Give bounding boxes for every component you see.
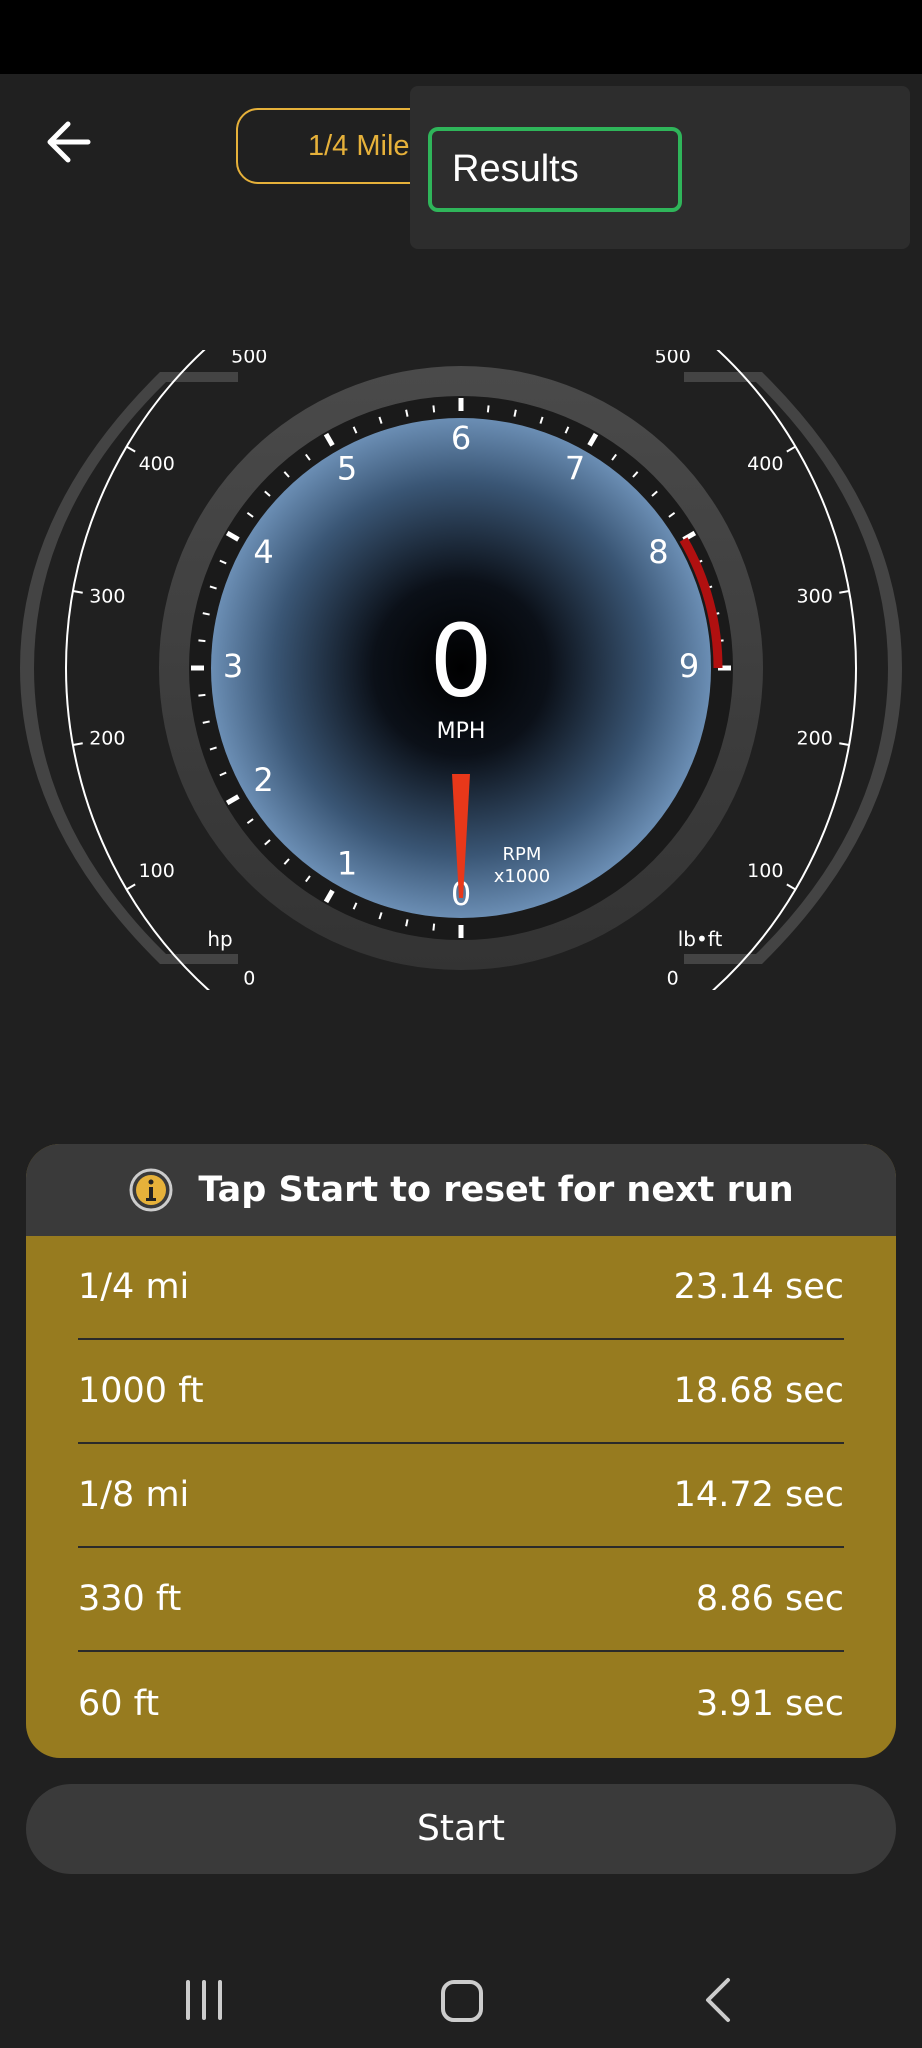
home-icon bbox=[441, 1980, 483, 2022]
recents-button[interactable] bbox=[174, 1970, 234, 2030]
scale-tick bbox=[72, 742, 83, 747]
result-distance: 1000 ft bbox=[78, 1371, 204, 1411]
rpm-minor-tick bbox=[202, 612, 210, 616]
result-row-60ft: 60 ft 3.91 sec bbox=[78, 1652, 844, 1756]
scale-tick bbox=[126, 445, 136, 453]
rpm-tick-label: 5 bbox=[337, 450, 357, 488]
scale-tick bbox=[839, 742, 850, 747]
overflow-menu: Results bbox=[410, 86, 910, 249]
scale-tick-label: 300 bbox=[797, 586, 833, 608]
scale-tick bbox=[72, 589, 83, 594]
scale-tick-label: 200 bbox=[89, 727, 125, 749]
scale-tick bbox=[786, 445, 796, 453]
rpm-tick-label: 2 bbox=[253, 761, 273, 799]
back-button[interactable] bbox=[40, 112, 100, 172]
speed-unit: MPH bbox=[437, 719, 486, 744]
results-header: Tap Start to reset for next run bbox=[26, 1144, 896, 1236]
result-time: 18.68 sec bbox=[673, 1371, 844, 1411]
result-distance: 1/4 mi bbox=[78, 1267, 190, 1307]
scale-tick-label: 500 bbox=[655, 350, 691, 368]
scale-tick bbox=[126, 883, 136, 891]
rpm-minor-tick bbox=[202, 720, 210, 724]
system-nav-bar bbox=[0, 1940, 922, 2048]
scale-tick-label: 200 bbox=[797, 727, 833, 749]
result-row-eighth-mile: 1/8 mi 14.72 sec bbox=[78, 1444, 844, 1548]
gauge-cluster: 0 100 200 300 400 500 0 100 200 300 400 500 0 1 2 3 4 5… bbox=[20, 350, 902, 990]
rpm-minor-tick bbox=[198, 639, 206, 643]
rpm-tick-label: 9 bbox=[679, 647, 699, 685]
hp-unit: hp bbox=[207, 927, 232, 951]
speed-value: 0 bbox=[429, 602, 493, 719]
home-button[interactable] bbox=[432, 1970, 492, 2030]
scale-tick-label: 300 bbox=[89, 586, 125, 608]
rpm-tick-label: 6 bbox=[451, 419, 471, 457]
start-button[interactable]: Start bbox=[26, 1784, 896, 1874]
nav-back-button[interactable] bbox=[690, 1970, 750, 2030]
scale-tick bbox=[786, 883, 796, 891]
rpm-tick-label: 3 bbox=[223, 647, 243, 685]
rpm-tick-label: 4 bbox=[253, 533, 273, 571]
results-card: Tap Start to reset for next run 1/4 mi 2… bbox=[26, 1144, 896, 1758]
rpm-tick-label: 1 bbox=[337, 844, 357, 882]
recents-icon bbox=[186, 1980, 222, 2020]
rpm-minor-tick bbox=[405, 919, 409, 927]
menu-item-results[interactable]: Results bbox=[428, 127, 682, 212]
rpm-minor-tick bbox=[432, 923, 436, 931]
rpm-minor-tick bbox=[198, 693, 206, 697]
scale-tick-label: 400 bbox=[747, 453, 783, 475]
result-time: 8.86 sec bbox=[695, 1579, 844, 1619]
arrow-left-icon bbox=[47, 121, 91, 163]
torque-unit: lb•ft bbox=[678, 927, 723, 951]
rpm-minor-tick bbox=[513, 409, 517, 417]
rpm-minor-tick bbox=[405, 409, 409, 417]
rpm-tick-label: 7 bbox=[565, 450, 585, 488]
rpm-minor-tick bbox=[486, 405, 490, 413]
result-row-330ft: 330 ft 8.86 sec bbox=[78, 1548, 844, 1652]
chevron-left-icon bbox=[706, 1978, 730, 2022]
rpm-multiplier: x1000 bbox=[494, 866, 550, 887]
rpm-minor-tick bbox=[432, 405, 436, 413]
result-time: 3.91 sec bbox=[695, 1684, 844, 1724]
rpm-label: RPM bbox=[503, 844, 542, 865]
scale-tick-label: 500 bbox=[231, 350, 267, 368]
result-row-quarter-mile: 1/4 mi 23.14 sec bbox=[78, 1236, 844, 1340]
status-bar bbox=[0, 0, 922, 74]
scale-tick-label: 100 bbox=[139, 860, 175, 882]
result-distance: 60 ft bbox=[78, 1684, 160, 1724]
result-row-1000ft: 1000 ft 18.68 sec bbox=[78, 1340, 844, 1444]
result-time: 14.72 sec bbox=[673, 1475, 844, 1515]
scale-tick-label: 0 bbox=[667, 967, 679, 989]
scale-tick bbox=[839, 589, 850, 594]
result-distance: 330 ft bbox=[78, 1579, 182, 1619]
info-icon bbox=[129, 1168, 173, 1212]
scale-tick-label: 100 bbox=[747, 860, 783, 882]
result-time: 23.14 sec bbox=[673, 1267, 844, 1307]
results-header-text: Tap Start to reset for next run bbox=[198, 1170, 794, 1210]
result-distance: 1/8 mi bbox=[78, 1475, 190, 1515]
rpm-tick-label: 8 bbox=[648, 533, 668, 571]
results-list: 1/4 mi 23.14 sec 1000 ft 18.68 sec 1/8 m… bbox=[26, 1236, 896, 1756]
scale-tick-label: 400 bbox=[139, 453, 175, 475]
scale-tick-label: 0 bbox=[243, 967, 255, 989]
